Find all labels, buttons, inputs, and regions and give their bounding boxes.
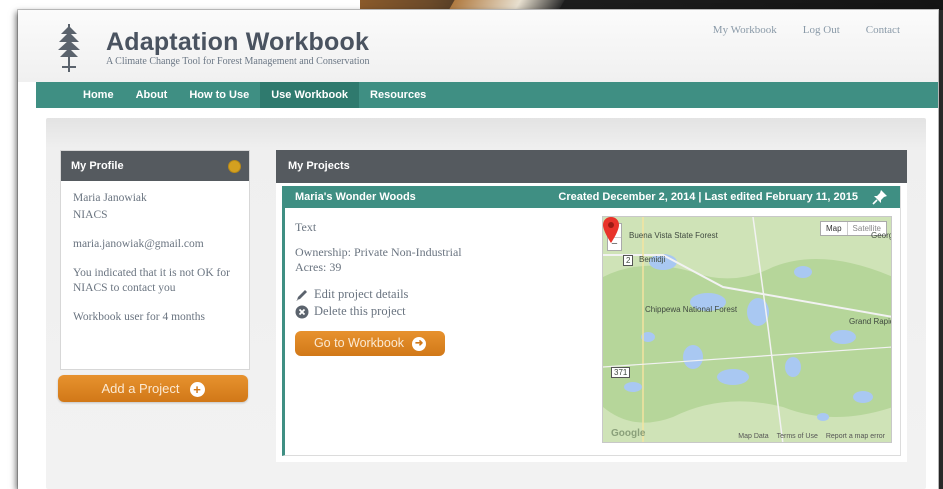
location-pin-icon[interactable]	[603, 217, 619, 243]
profile-org: NIACS	[73, 209, 108, 221]
site-title: Adaptation Workbook	[106, 28, 370, 56]
edit-project-link[interactable]: Edit project details	[295, 287, 585, 302]
map-label-george: George	[871, 231, 891, 240]
delete-project-link[interactable]: Delete this project	[295, 304, 585, 319]
go-to-workbook-label: Go to Workbook	[313, 336, 405, 350]
map-label-highway-371: 371	[611, 367, 631, 378]
project-details: Text Ownership: Private Non-Industrial A…	[295, 220, 585, 356]
profile-panel: My Profile Maria Janowiak NIACS maria.ja…	[60, 150, 250, 370]
project-description: Text	[295, 220, 317, 234]
add-project-button[interactable]: Add a Project +	[58, 375, 248, 402]
profile-email: maria.janowiak@gmail.com	[73, 238, 204, 250]
top-links: My Workbook Log Out Contact	[713, 24, 900, 36]
map-report-link[interactable]: Report a map error	[826, 433, 885, 440]
nav-how-to-use[interactable]: How to Use	[178, 82, 260, 108]
map-terms-link[interactable]: Terms of Use	[777, 433, 818, 440]
pushpin-icon[interactable]	[872, 189, 888, 205]
contact-link[interactable]: Contact	[866, 24, 900, 36]
google-logo: Google	[611, 428, 646, 439]
project-dates: Created December 2, 2014 | Last edited F…	[558, 191, 858, 203]
map-label-grand-rapids: Grand Rapids	[849, 317, 891, 326]
project-acres: Acres: 39	[295, 260, 342, 274]
projects-header: My Projects	[276, 150, 907, 183]
nav-home[interactable]: Home	[72, 82, 125, 108]
nav-about[interactable]: About	[125, 82, 179, 108]
profile-user-since: Workbook user for 4 months	[73, 311, 205, 323]
delete-circle-icon	[295, 305, 309, 318]
main-nav: Home About How to Use Use Workbook Resou…	[36, 82, 938, 108]
project-ownership: Ownership: Private Non-Industrial	[295, 245, 462, 259]
profile-contact-note: You indicated that it is not OK for NIAC…	[73, 267, 230, 294]
site-subtitle: A Climate Change Tool for Forest Managem…	[106, 56, 370, 67]
project-name[interactable]: Maria's Wonder Woods	[295, 191, 416, 203]
nav-use-workbook[interactable]: Use Workbook	[260, 82, 360, 108]
map-footer: Map Data Terms of Use Report a map error	[738, 433, 885, 440]
pencil-icon	[296, 289, 307, 301]
edit-project-label: Edit project details	[314, 287, 409, 301]
arrow-right-icon: ➜	[412, 336, 427, 351]
map-terrain	[603, 217, 891, 442]
projects-panel: My Projects Maria's Wonder Woods Created…	[276, 150, 907, 462]
map-label-highway: 2	[623, 255, 634, 266]
project-map[interactable]: + − Map Satellite Buena Vista State Fore…	[602, 216, 892, 443]
go-to-workbook-button[interactable]: Go to Workbook ➜	[295, 331, 445, 356]
log-out-link[interactable]: Log Out	[803, 24, 840, 36]
profile-title: My Profile	[71, 160, 124, 172]
tree-logo-icon	[58, 24, 80, 72]
map-label-bemidji: Bemidji	[639, 255, 666, 264]
map-type-map[interactable]: Map	[821, 222, 847, 235]
project-card-bar: Maria's Wonder Woods Created December 2,…	[285, 186, 900, 208]
map-data-link[interactable]: Map Data	[738, 433, 768, 440]
add-project-label: Add a Project	[101, 381, 180, 396]
site-header: Adaptation Workbook A Climate Change Too…	[18, 10, 938, 82]
plus-icon: +	[189, 382, 205, 398]
profile-body: Maria Janowiak NIACS maria.janowiak@gmai…	[61, 181, 249, 337]
map-label-state-forest: Buena Vista State Forest	[629, 231, 718, 240]
map-label-national-forest: Chippewa National Forest	[645, 305, 738, 314]
profile-name: Maria Janowiak	[73, 192, 147, 204]
settings-icon[interactable]	[228, 160, 241, 173]
project-card: Maria's Wonder Woods Created December 2,…	[282, 186, 901, 456]
profile-header: My Profile	[61, 151, 249, 181]
delete-project-label: Delete this project	[314, 304, 406, 318]
nav-resources[interactable]: Resources	[359, 82, 437, 108]
my-workbook-link[interactable]: My Workbook	[713, 24, 777, 36]
